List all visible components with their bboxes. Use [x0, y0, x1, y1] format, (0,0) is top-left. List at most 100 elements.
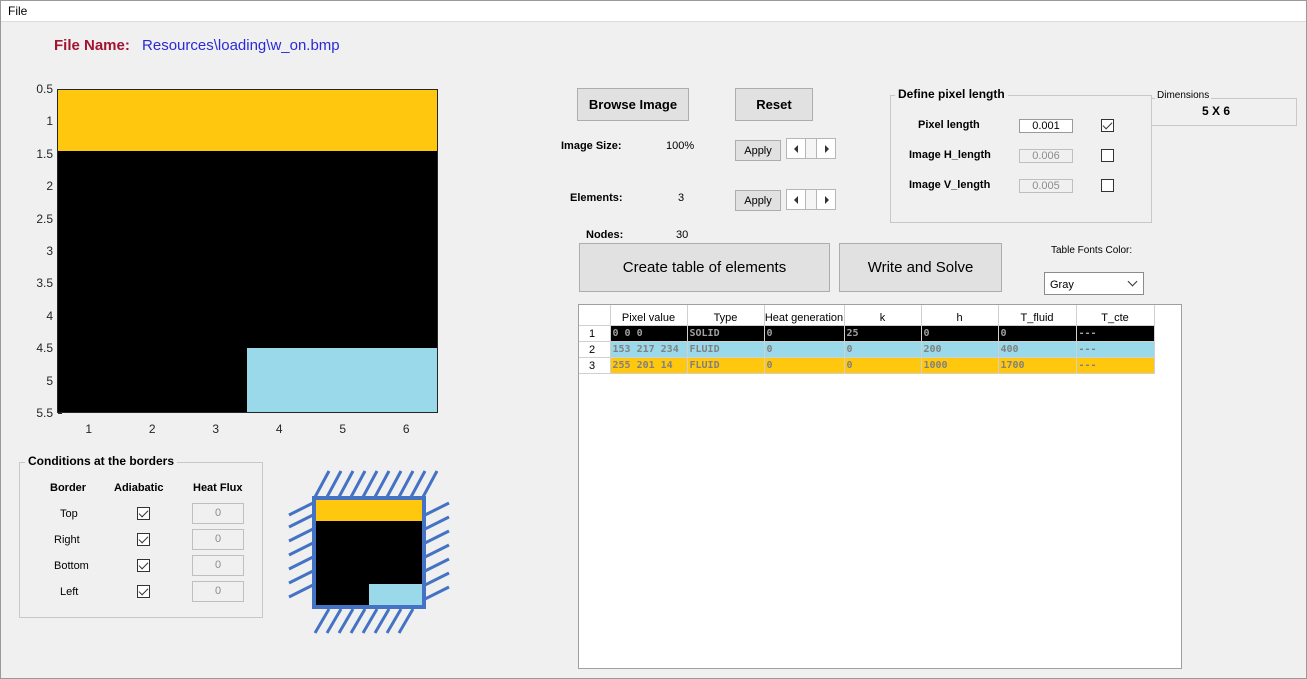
- table-cell[interactable]: 255 201 14: [610, 357, 688, 374]
- adiabatic-checkbox-top[interactable]: [137, 507, 150, 520]
- write-and-solve-button[interactable]: Write and Solve: [839, 243, 1002, 292]
- pixel-row-field[interactable]: 0.005: [1019, 179, 1073, 193]
- reset-button[interactable]: Reset: [735, 88, 813, 121]
- heat-flux-field-right[interactable]: 0: [192, 529, 244, 550]
- col-header[interactable]: T_cte: [1076, 305, 1155, 326]
- adiabatic-checkbox-left[interactable]: [137, 585, 150, 598]
- table-cell[interactable]: 0: [844, 357, 922, 374]
- table-cell[interactable]: 1700: [998, 357, 1077, 374]
- browse-image-button[interactable]: Browse Image: [577, 88, 689, 121]
- table-row[interactable]: 3 255 201 14 FLUID 0 0 1000 1700 ---: [579, 357, 1155, 374]
- preview-yellow: [316, 500, 422, 521]
- y-tick-label: 4: [46, 308, 53, 323]
- nodes-value: 30: [676, 229, 689, 241]
- table-body: 10 0 0 SOLID 0 25 0 0 --- 2 153 217 234 FLUID 0 0 20…: [579, 325, 1155, 374]
- y-tick-label: 4.5: [36, 341, 53, 356]
- y-tick-label: 2.5: [36, 211, 53, 226]
- table-cell[interactable]: 1000: [921, 357, 999, 374]
- table-cell[interactable]: ---: [1076, 341, 1155, 358]
- table-row[interactable]: 10 0 0 SOLID 0 25 0 0 ---: [579, 325, 1155, 342]
- pixel-length-panel: Define pixel length Pixel length 0.001 Ima…: [890, 87, 1152, 223]
- y-tick-label: 2: [46, 179, 53, 194]
- table-cell[interactable]: 0 0 0: [610, 325, 688, 342]
- table-cell[interactable]: 0: [998, 325, 1077, 342]
- table-cell[interactable]: 0: [764, 325, 845, 342]
- plot-region-yellow: [58, 90, 437, 151]
- plot-region-light-blue: [247, 348, 437, 412]
- nodes-label: Nodes:: [586, 229, 624, 241]
- table-cell[interactable]: 0: [764, 341, 845, 358]
- elements-table[interactable]: Pixel value Type Heat generation k h T_f…: [578, 304, 1182, 669]
- col-header[interactable]: Heat generation: [764, 305, 845, 326]
- table-row[interactable]: 2 153 217 234 FLUID 0 0 200 400 ---: [579, 341, 1155, 358]
- y-tick-label: 1.5: [36, 146, 53, 161]
- elements-slider[interactable]: [786, 189, 836, 210]
- col-header[interactable]: h: [921, 305, 999, 326]
- apply-elements-button[interactable]: Apply: [735, 190, 781, 211]
- adiabatic-checkbox-bottom[interactable]: [137, 559, 150, 572]
- table-cell[interactable]: 0: [764, 357, 845, 374]
- table-cell[interactable]: ---: [1076, 357, 1155, 374]
- table-cell[interactable]: 0: [921, 325, 999, 342]
- pixel-row-field[interactable]: 0.001: [1019, 119, 1073, 133]
- pixel-row-checkbox[interactable]: [1101, 119, 1114, 132]
- create-table-button[interactable]: Create table of elements: [579, 243, 830, 292]
- table-cell[interactable]: 0: [844, 341, 922, 358]
- chevron-down-icon: [1127, 276, 1138, 287]
- image-plot: 0.5 1 1.5 2 2.5 3 3.5 4 4.5 5 5.5 1 2 3 4 5 6: [1, 81, 451, 441]
- y-tick-label: 5.5: [36, 406, 53, 420]
- file-name-label: File Name:: [54, 37, 130, 54]
- row-index: 1: [579, 325, 611, 342]
- col-header[interactable]: Pixel value: [610, 305, 688, 326]
- y-tick-mark: [58, 413, 62, 414]
- y-tick-label: 3: [46, 244, 53, 258]
- table-cell[interactable]: 200: [921, 341, 999, 358]
- table-cell[interactable]: SOLID: [687, 325, 765, 342]
- heat-flux-field-left[interactable]: 0: [192, 581, 244, 602]
- slider-left-arrow[interactable]: [786, 138, 806, 159]
- col-header[interactable]: T_fluid: [998, 305, 1077, 326]
- pixel-row-checkbox[interactable]: [1101, 149, 1114, 162]
- pixel-row-field[interactable]: 0.006: [1019, 149, 1073, 163]
- table-fonts-color-value: Gray: [1050, 279, 1074, 291]
- table-cell[interactable]: 25: [844, 325, 922, 342]
- border-name-right: Right: [54, 534, 80, 546]
- file-name-path: Resources\loading\w_on.bmp: [142, 37, 340, 54]
- pixel-length-panel-title: Define pixel length: [895, 87, 1008, 101]
- slider-left-arrow[interactable]: [786, 189, 806, 210]
- y-tick-label: 5: [46, 373, 53, 388]
- image-size-slider[interactable]: [786, 138, 836, 159]
- pixel-row-checkbox[interactable]: [1101, 179, 1114, 192]
- adiabatic-checkbox-right[interactable]: [137, 533, 150, 546]
- y-tick-label: 0.5: [36, 82, 53, 96]
- row-header-corner: [579, 305, 611, 326]
- heat-flux-field-top[interactable]: 0: [192, 503, 244, 524]
- x-tick-label: 3: [212, 422, 220, 436]
- borders-panel-title: Conditions at the borders: [25, 454, 178, 468]
- table-cell[interactable]: 153 217 234: [610, 341, 688, 358]
- dimensions-value: 5 X 6: [1202, 104, 1231, 118]
- plot-area: [57, 89, 438, 413]
- heat-flux-field-bottom[interactable]: 0: [192, 555, 244, 576]
- slider-right-arrow[interactable]: [816, 189, 836, 210]
- file-name-row: File Name: Resources\loading\w_on.bmp: [54, 37, 340, 54]
- table-fonts-color-label: Table Fonts Color:: [1051, 245, 1133, 256]
- apply-size-button[interactable]: Apply: [735, 140, 781, 161]
- image-size-value: 100%: [666, 140, 695, 152]
- col-header[interactable]: Type: [687, 305, 765, 326]
- col-header[interactable]: k: [844, 305, 922, 326]
- menu-file[interactable]: File: [8, 4, 27, 18]
- table-cell[interactable]: FLUID: [687, 341, 765, 358]
- boundary-preview: [288, 470, 450, 634]
- elements-label: Elements:: [570, 192, 623, 204]
- heat-flux-col-header: Heat Flux: [193, 482, 243, 494]
- table-fonts-color-dropdown[interactable]: Gray: [1044, 272, 1144, 295]
- adiabatic-col-header: Adiabatic: [114, 482, 164, 494]
- app-window: File File Name: Resources\loading\w_on.b…: [0, 0, 1307, 679]
- image-size-label: Image Size:: [561, 140, 622, 152]
- x-tick-label: 5: [339, 422, 347, 436]
- table-cell[interactable]: ---: [1076, 325, 1155, 342]
- table-cell[interactable]: 400: [998, 341, 1077, 358]
- table-cell[interactable]: FLUID: [687, 357, 765, 374]
- slider-right-arrow[interactable]: [816, 138, 836, 159]
